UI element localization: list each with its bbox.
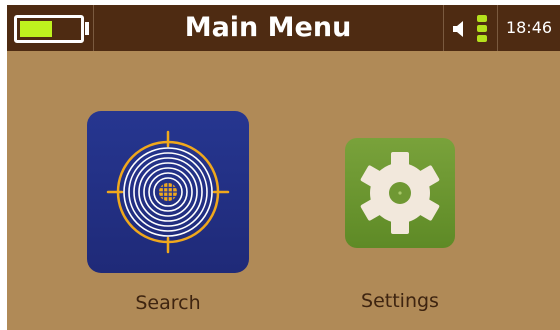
signal-bar (477, 35, 487, 42)
divider (443, 5, 444, 51)
target-icon (106, 130, 230, 254)
status-bar: Main Menu 18:46 (7, 5, 560, 51)
device-screen: Main Menu 18:46 Search Settings (7, 5, 560, 330)
signal-bars-icon (477, 15, 487, 42)
settings-button[interactable] (345, 138, 455, 248)
clock-time: 18:46 (505, 18, 553, 37)
settings-label[interactable]: Settings (325, 290, 475, 312)
search-button[interactable] (87, 111, 249, 273)
battery-level-fill (20, 21, 52, 37)
speaker-icon[interactable] (452, 21, 466, 37)
signal-bar (477, 25, 487, 32)
page-title: Main Menu (184, 12, 352, 43)
gear-icon (360, 152, 440, 234)
signal-bar (477, 15, 487, 22)
search-label[interactable]: Search (87, 292, 249, 314)
divider (497, 5, 498, 51)
battery-terminal (85, 22, 89, 35)
battery-icon (14, 15, 84, 43)
